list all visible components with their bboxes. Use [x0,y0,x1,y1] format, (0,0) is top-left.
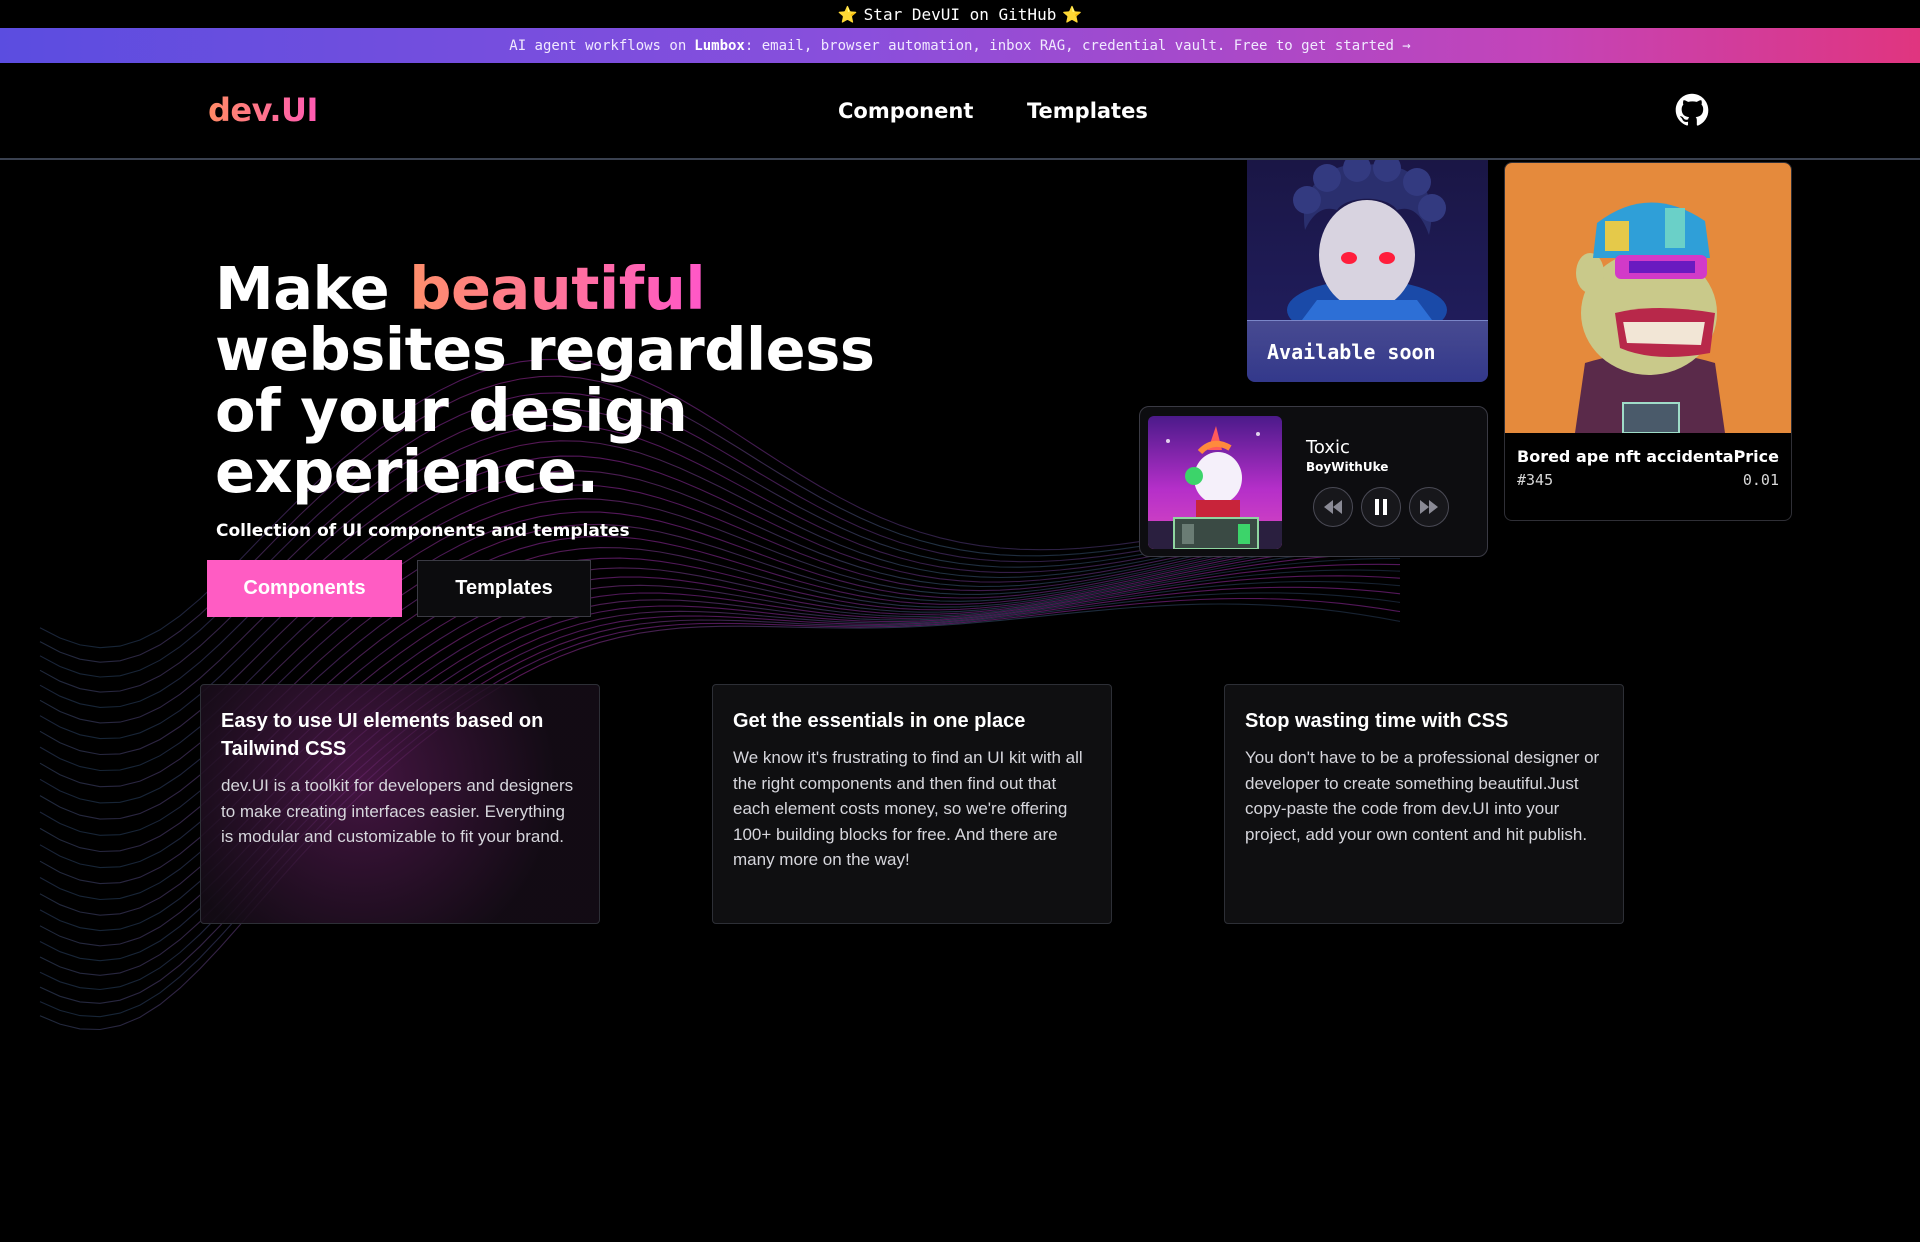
feature-body: We know it's frustrating to find an UI k… [733,748,1083,869]
anime-character-illustration [1287,160,1447,320]
available-soon-strip: Available soon [1247,320,1488,382]
bored-ape-illustration [1575,202,1725,434]
rewind-button[interactable] [1313,487,1353,527]
unicorn-dj-illustration [1148,426,1282,549]
pause-icon [1375,499,1387,515]
feature-title: Easy to use UI elements based on Tailwin… [221,710,544,760]
available-soon-card[interactable]: Available soon [1247,160,1488,382]
track-title: Toxic [1306,437,1350,458]
nav-link-component[interactable]: Component [838,99,973,123]
feature-body: You don't have to be a professional desi… [1245,748,1600,844]
star-icon: ⭐ [837,4,858,24]
nft-image [1505,163,1791,434]
nft-card[interactable]: Bored ape nft accidental #345 Price 0.01 [1504,162,1792,521]
templates-button[interactable]: Templates [417,560,591,617]
pause-button[interactable] [1361,487,1401,527]
navbar: dev.UI Component Templates [0,63,1920,160]
hero-title-rest: websites regardless of your design exper… [215,315,875,506]
album-art [1148,416,1282,549]
feature-title: Stop wasting time with CSS [1245,710,1509,732]
feature-body: dev.UI is a toolkit for developers and d… [221,776,574,846]
promo-brand: Lumbox [694,37,745,54]
feature-card: Stop wasting time with CSS You don't hav… [1224,684,1624,924]
feature-card: Get the essentials in one place We know … [712,684,1112,924]
github-icon[interactable] [1675,93,1709,127]
nft-name: Bored ape nft accidental [1517,447,1740,466]
available-soon-label: Available soon [1267,339,1436,364]
nft-price: 0.01 [1742,471,1779,489]
nav-link-templates[interactable]: Templates [1027,99,1148,123]
feature-card: Easy to use UI elements based on Tailwin… [200,684,600,924]
announcement-bar[interactable]: ⭐ Star DevUI on GitHub ⭐ [0,0,1920,28]
hero-subtitle: Collection of UI components and template… [216,521,630,541]
nft-price-label: Price [1733,447,1779,466]
promo-prefix: AI agent workflows on [509,37,687,54]
star-icon: ⭐ [1062,4,1083,24]
components-button[interactable]: Components [207,560,402,617]
promo-banner[interactable]: AI agent workflows on Lumbox : email, br… [0,28,1920,63]
music-player-card: Toxic BoyWithUke [1139,406,1488,557]
announcement-text: Star DevUI on GitHub [863,4,1057,24]
logo[interactable]: dev.UI [208,91,318,129]
hero-title: Make beautiful websites regardless of yo… [215,258,915,502]
feature-title: Get the essentials in one place [733,710,1026,732]
fast-forward-icon [1420,500,1438,514]
hero-title-prefix: Make [215,254,410,323]
promo-suffix: : email, browser automation, inbox RAG, … [744,37,1411,54]
track-artist: BoyWithUke [1306,460,1389,474]
nft-id: #345 [1517,471,1554,489]
hero-title-accent: beautiful [409,254,706,323]
rewind-icon [1324,500,1342,514]
fast-forward-button[interactable] [1409,487,1449,527]
